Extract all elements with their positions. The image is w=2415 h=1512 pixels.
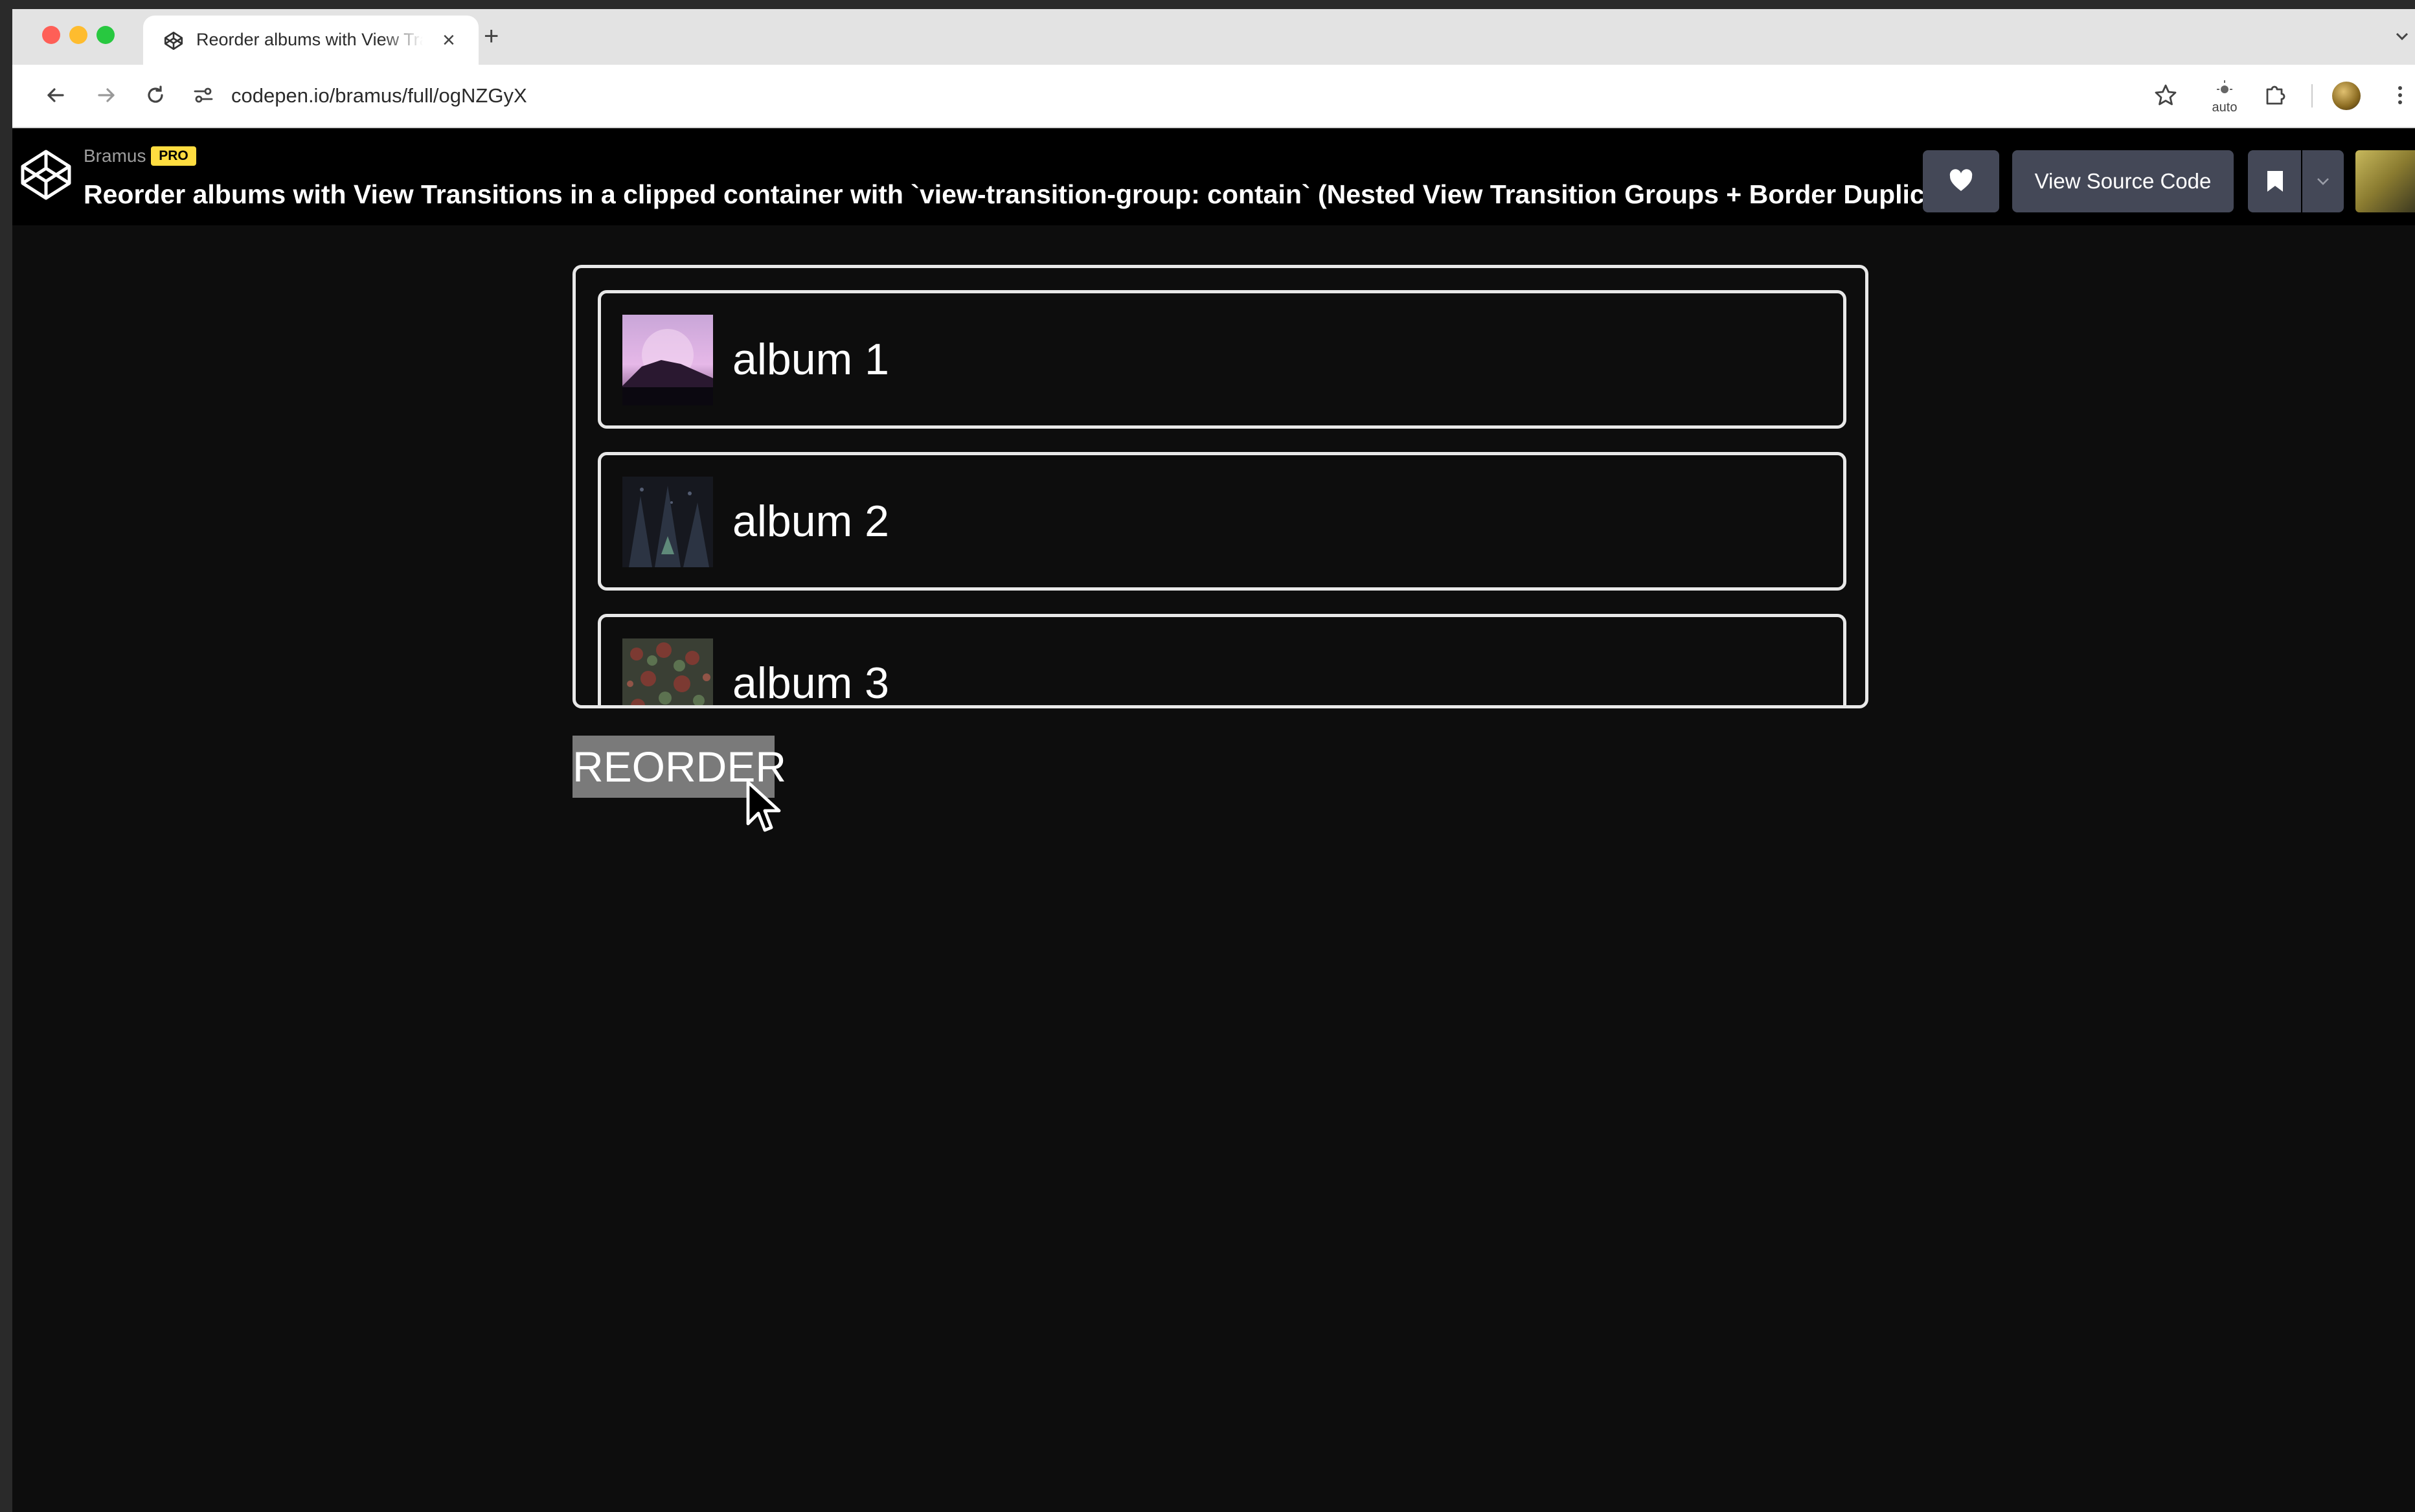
album-item: album 1 bbox=[598, 290, 1846, 429]
chevron-down-icon bbox=[2317, 178, 2329, 185]
browser-toolbar: codepen.io/bramus/full/ogNZGyX auto bbox=[12, 65, 2415, 128]
browser-tab[interactable]: Reorder albums with View Transitions in … bbox=[143, 16, 479, 65]
purple-mountain-cover bbox=[622, 315, 713, 405]
extension-label: auto bbox=[2212, 100, 2238, 115]
album-label: album 2 bbox=[732, 497, 889, 546]
sun-icon bbox=[2217, 80, 2232, 93]
mouse-cursor-icon bbox=[746, 780, 781, 832]
album-item: album 3 bbox=[598, 614, 1846, 708]
album-cover bbox=[622, 315, 713, 405]
profile-avatar[interactable] bbox=[2332, 82, 2361, 110]
color-mode-extension-icon[interactable]: auto bbox=[2206, 78, 2243, 115]
bookmark-star-icon[interactable] bbox=[2151, 80, 2181, 110]
bookmark-button[interactable] bbox=[2248, 150, 2301, 212]
heart-button[interactable] bbox=[1923, 150, 1999, 212]
more-menu-icon[interactable] bbox=[2385, 80, 2415, 110]
dark-forest-cover bbox=[622, 477, 713, 567]
bookmark-icon bbox=[2267, 171, 2283, 192]
album-cover bbox=[622, 477, 713, 567]
album-cover bbox=[622, 638, 713, 705]
new-tab-icon[interactable]: + bbox=[484, 22, 499, 51]
minimize-window-button[interactable] bbox=[69, 26, 87, 44]
close-window-button[interactable] bbox=[42, 26, 60, 44]
tab-close-icon[interactable]: × bbox=[442, 27, 455, 53]
user-avatar[interactable] bbox=[2355, 150, 2415, 212]
browser-window: Reorder albums with View Transitions in … bbox=[12, 9, 2415, 1512]
reload-icon[interactable] bbox=[141, 80, 170, 110]
reorder-button[interactable]: REORDER bbox=[573, 736, 786, 798]
view-source-code-button[interactable]: View Source Code bbox=[2012, 150, 2234, 212]
pen-title: Reorder albums with View Transitions in … bbox=[84, 179, 1923, 209]
album-label: album 3 bbox=[732, 659, 889, 708]
pen-author-link[interactable]: Bramus bbox=[84, 145, 146, 167]
maximize-window-button[interactable] bbox=[96, 26, 115, 44]
heart-icon bbox=[1949, 169, 1973, 191]
toolbar-divider bbox=[2311, 84, 2313, 107]
site-settings-icon[interactable] bbox=[188, 80, 218, 110]
album-label: album 1 bbox=[732, 335, 889, 384]
address-bar[interactable]: codepen.io/bramus/full/ogNZGyX bbox=[231, 82, 527, 110]
bookmark-dropdown-button[interactable] bbox=[2302, 150, 2344, 212]
tab-strip: Reorder albums with View Transitions in … bbox=[12, 9, 2415, 65]
tab-search-chevron-icon[interactable] bbox=[2389, 23, 2415, 49]
pro-badge: PRO bbox=[151, 146, 196, 166]
red-foliage-cover bbox=[622, 638, 713, 705]
albums-container: album 1 album 2 album 3 bbox=[573, 265, 1868, 708]
album-item: album 2 bbox=[598, 452, 1846, 591]
codepen-header: Bramus PRO Reorder albums with View Tran… bbox=[12, 128, 2415, 225]
extensions-puzzle-icon[interactable] bbox=[2260, 80, 2289, 110]
tab-title: Reorder albums with View Transitions in … bbox=[196, 30, 423, 49]
codepen-icon bbox=[164, 31, 183, 51]
forward-arrow-icon[interactable] bbox=[91, 80, 121, 110]
codepen-logo-icon[interactable] bbox=[19, 148, 73, 202]
back-arrow-icon[interactable] bbox=[41, 80, 71, 110]
